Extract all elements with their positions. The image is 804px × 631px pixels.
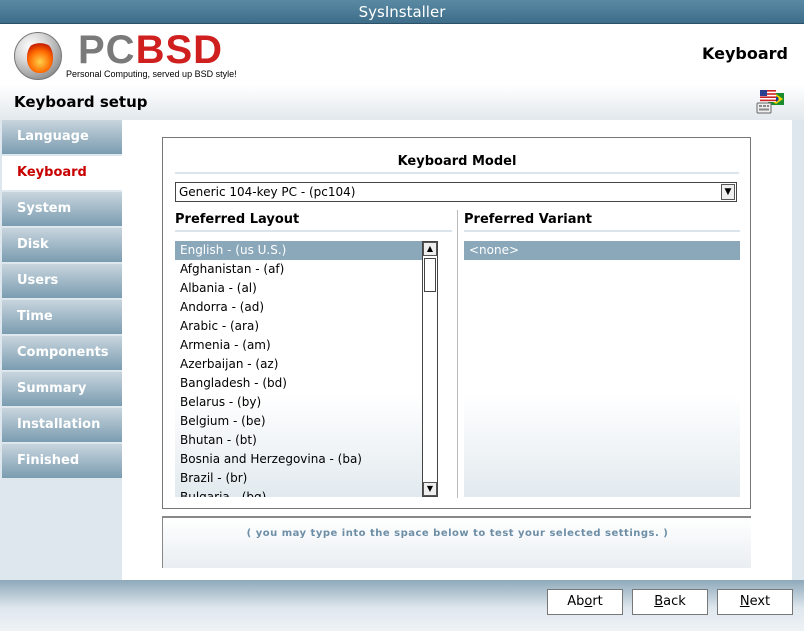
sidebar-item-installation[interactable]: Installation (2, 408, 122, 442)
keyboard-flags-icon (756, 90, 784, 114)
list-item[interactable]: Andorra - (ad) (175, 298, 422, 317)
abort-button[interactable]: Abort (547, 589, 623, 615)
abort-label-pre: Ab (567, 594, 585, 609)
list-item[interactable]: Armenia - (am) (175, 336, 422, 355)
sidebar-item-system[interactable]: System (2, 192, 122, 226)
list-item[interactable]: Bhutan - (bt) (175, 431, 422, 450)
layout-scrollbar[interactable]: ▲ ▼ (422, 241, 438, 497)
list-item[interactable]: Afghanistan - (af) (175, 260, 422, 279)
subheader: Keyboard setup (0, 85, 804, 120)
sidebar-item-time[interactable]: Time (2, 300, 122, 334)
sidebar-item-finished[interactable]: Finished (2, 444, 122, 478)
preferred-variant-label: Preferred Variant (464, 212, 740, 232)
scroll-up-icon[interactable]: ▲ (423, 242, 437, 256)
section-title: Keyboard setup (14, 93, 148, 111)
flame-icon (27, 41, 53, 73)
list-item[interactable]: Albania - (al) (175, 279, 422, 298)
list-item[interactable]: English - (us U.S.) (175, 241, 422, 260)
keyboard-model-label: Keyboard Model (175, 154, 739, 174)
sidebar-item-users[interactable]: Users (2, 264, 122, 298)
content-area: Keyboard Model Generic 104-key PC - (pc1… (122, 120, 792, 580)
logo-pc: PC (78, 28, 136, 72)
scroll-thumb[interactable] (424, 258, 436, 292)
variant-list[interactable]: <none> (464, 241, 740, 497)
back-label-post: ack (663, 594, 686, 609)
keyboard-test-area[interactable]: ( you may type into the space below to t… (162, 516, 751, 568)
list-item[interactable]: Bulgaria - (bg) (175, 488, 422, 497)
list-item[interactable]: Belarus - (by) (175, 393, 422, 412)
back-button[interactable]: Back (632, 589, 708, 615)
preferred-layout-label: Preferred Layout (175, 212, 452, 232)
list-item[interactable]: Bangladesh - (bd) (175, 374, 422, 393)
list-item[interactable]: Azerbaijan - (az) (175, 355, 422, 374)
keyboard-model-select[interactable]: Generic 104-key PC - (pc104) ▼ (175, 182, 737, 202)
sidebar-item-components[interactable]: Components (2, 336, 122, 370)
sidebar-item-summary[interactable]: Summary (2, 372, 122, 406)
next-label-post: ext (749, 594, 771, 609)
banner: PCBSD Personal Computing, served up BSD … (0, 24, 804, 85)
column-divider (457, 210, 458, 498)
sidebar-item-language[interactable]: Language (2, 120, 122, 154)
next-button[interactable]: Next (717, 589, 793, 615)
footer: Abort Back Next (0, 580, 804, 631)
list-item[interactable]: Arabic - (ara) (175, 317, 422, 336)
keyboard-panel: Keyboard Model Generic 104-key PC - (pc1… (162, 137, 751, 509)
list-item[interactable]: Bosnia and Herzegovina - (ba) (175, 450, 422, 469)
list-item[interactable]: <none> (464, 241, 740, 260)
scroll-down-icon[interactable]: ▼ (423, 482, 437, 496)
abort-label-post: rt (592, 594, 603, 609)
window-title: SysInstaller (0, 0, 804, 24)
logo-bsd: BSD (135, 28, 224, 72)
next-label-key: N (739, 594, 750, 609)
back-label-key: B (654, 594, 664, 609)
page-heading: Keyboard (702, 44, 788, 63)
keyboard-model-value: Generic 104-key PC - (pc104) (179, 185, 356, 199)
list-item[interactable]: Belgium - (be) (175, 412, 422, 431)
pcbsd-logo-icon (14, 32, 62, 80)
logo-text: PCBSD (78, 30, 223, 70)
sidebar-item-disk[interactable]: Disk (2, 228, 122, 262)
list-item[interactable]: Brazil - (br) (175, 469, 422, 488)
sidebar: Language Keyboard System Disk Users Time… (0, 120, 122, 580)
layout-list[interactable]: English - (us U.S.) Afghanistan - (af) A… (175, 241, 422, 497)
test-hint: ( you may type into the space below to t… (246, 528, 669, 539)
tagline: Personal Computing, served up BSD style! (66, 69, 237, 79)
chevron-down-icon[interactable]: ▼ (721, 184, 735, 200)
sidebar-item-keyboard[interactable]: Keyboard (2, 156, 122, 190)
